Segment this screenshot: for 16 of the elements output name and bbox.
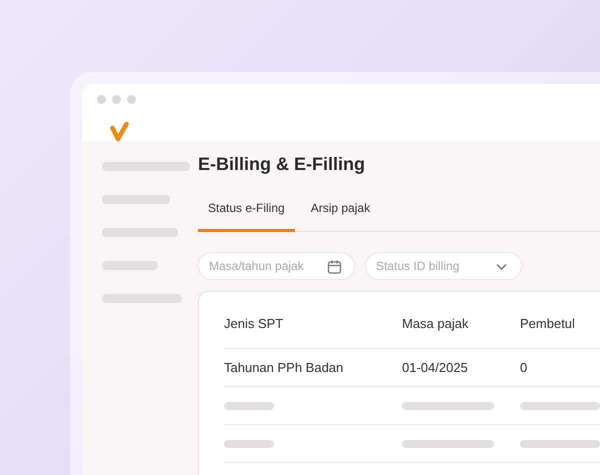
column-header: Masa pajak <box>402 316 470 331</box>
window-dot <box>97 95 106 104</box>
table-cell-text: 01-04/2025 <box>402 360 469 375</box>
page-title: E-Billing & E-Filling <box>198 154 366 176</box>
skeleton-bar <box>224 440 274 448</box>
skeleton-bar <box>224 402 274 410</box>
checkmark-logo-icon <box>110 121 129 142</box>
tab[interactable]: Status e-Filing <box>198 198 295 232</box>
tab[interactable]: Arsip pajak <box>300 198 380 232</box>
calendar-icon <box>327 258 342 274</box>
window-dot <box>112 95 121 104</box>
column-header: Pembetul <box>520 316 575 331</box>
column-header: Jenis SPT <box>224 316 284 331</box>
table-cell-text: Tahunan PPh Badan <box>224 360 344 375</box>
table-cell: 0 <box>520 360 528 375</box>
window-dot <box>127 95 136 104</box>
